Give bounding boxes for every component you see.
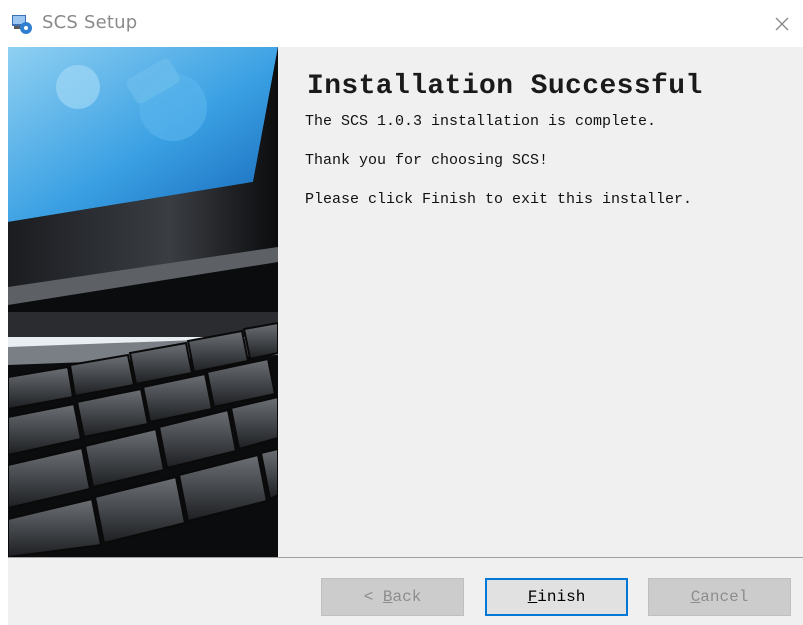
button-bar: < Back Finish Cancel [8, 558, 803, 625]
finish-button-label: inish [537, 588, 586, 606]
back-button-mnemonic: B [382, 588, 393, 606]
thank-you-message: Thank you for choosing SCS! [305, 152, 549, 169]
completion-message: The SCS 1.0.3 installation is complete. [305, 113, 657, 130]
cancel-button-label: ancel [700, 588, 749, 606]
back-button-label: ack [392, 588, 422, 606]
page-title: Installation Successful [307, 71, 703, 102]
title-bar: SCS Setup [0, 0, 803, 47]
close-icon [775, 17, 789, 31]
installer-icon [11, 13, 33, 35]
close-button[interactable] [760, 4, 803, 44]
cancel-button-mnemonic: C [690, 588, 701, 606]
finish-button-mnemonic: F [527, 588, 538, 606]
content-panel: Installation Successful The SCS 1.0.3 in… [8, 47, 803, 557]
installer-banner-image [8, 47, 278, 557]
exit-instruction: Please click Finish to exit this install… [305, 191, 693, 208]
back-button-prefix: < [363, 588, 383, 606]
window-title: SCS Setup [42, 12, 138, 33]
finish-button[interactable]: Finish [485, 578, 628, 616]
cancel-button[interactable]: Cancel [648, 578, 791, 616]
back-button[interactable]: < Back [321, 578, 464, 616]
